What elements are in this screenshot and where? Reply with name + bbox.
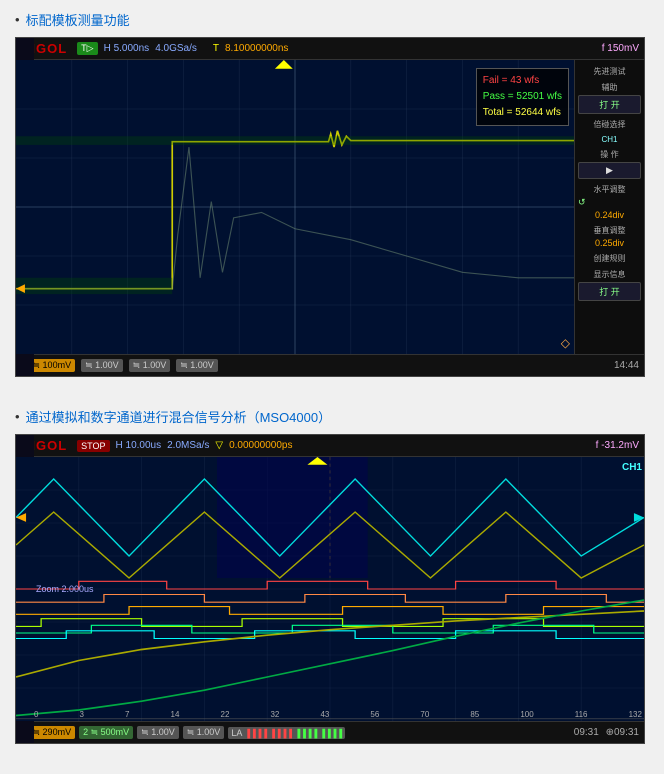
osc1-ch4-badge[interactable]: ≒ 1.00V [176, 359, 218, 372]
osc2-status: STOP [77, 440, 109, 452]
osc1-trigger: T [213, 43, 219, 54]
osc2-voltage: f -31.2mV [596, 440, 639, 451]
osc1-sample-rate: 4.0GSa/s [155, 43, 197, 54]
v-adjust-label: 垂直调整 [578, 225, 641, 236]
ch1-sidebar-label: CH1 [578, 135, 641, 144]
osc2-ch3-badge[interactable]: ≒ 1.00V [137, 726, 179, 739]
usb-icon: 09:31 ⊕09:31 [574, 727, 639, 738]
osc1-sidebar: 先进测试 辅助 打 开 倍碰选择 CH1 操 作 ▶ 水平调整 ↺ 0.24di… [574, 60, 644, 354]
pf-fail-text: Fail = 43 wfs [483, 73, 562, 89]
ruler-100: 100 [520, 710, 533, 719]
ruler-70: 70 [420, 710, 429, 719]
ruler-14: 14 [171, 710, 180, 719]
h-adjust-label: 水平调整 [578, 184, 641, 195]
zoom-label: Zoom 2.000us [36, 584, 94, 594]
oscilloscope-2: RIGOL STOP H 10.00us 2.0MSa/s ▽ 0.000000… [15, 434, 645, 744]
advanced-test-label: 先进测试 [578, 66, 641, 77]
osc1-time-div: H 5.000ns [104, 43, 150, 54]
osc2-right: f -31.2mV [596, 440, 639, 451]
operation-label: 操 作 [578, 149, 641, 160]
osc2-ch4-badge[interactable]: ≒ 1.00V [183, 726, 225, 739]
play-btn[interactable]: ▶ [578, 162, 641, 179]
ruler-3: 3 [80, 710, 84, 719]
pf-total-text: Total = 52644 wfs [483, 105, 562, 121]
h-adjust-icon: ↺ [578, 197, 641, 208]
corner-icon: ◇ [561, 336, 570, 350]
osc2-body: 水平 [16, 457, 644, 721]
osc2-screen: CH1 Zoom 2.000us 0 3 7 14 22 32 43 56 70… [16, 457, 644, 721]
ruler-56: 56 [370, 710, 379, 719]
open2-btn[interactable]: 打 开 [578, 282, 641, 301]
oscilloscope-1: RIGOL T▷ H 5.000ns 4.0GSa/s T 8.10000000… [15, 37, 645, 377]
osc2-time-div: H 10.00us [116, 440, 162, 451]
ruler-0: 0 [34, 710, 38, 719]
create-rule-label: 创建规则 [578, 253, 641, 264]
h-val: 0.24div [578, 210, 641, 220]
osc2-footer: 1 ≒ 290mV 2 ≒ 500mV ≒ 1.00V ≒ 1.00V LA ▐… [16, 721, 644, 743]
v-val: 0.25div [578, 238, 641, 248]
show-info-label: 显示信息 [578, 269, 641, 280]
osc1-time: 14:44 [614, 360, 639, 371]
ruler-32: 32 [270, 710, 279, 719]
osc1-voltage: f 150mV [602, 43, 639, 54]
ruler-116: 116 [575, 710, 588, 719]
ruler: 0 3 7 14 22 32 43 56 70 85 100 116 132 [34, 710, 642, 719]
la-indicators2: ▐▐▐▐ ▐▐▐▐ [294, 729, 342, 738]
pass-fail-box: Fail = 43 wfs Pass = 52501 wfs Total = 5… [476, 68, 569, 126]
osc1-status: T▷ [77, 42, 97, 55]
osc1-header: RIGOL T▷ H 5.000ns 4.0GSa/s T 8.10000000… [16, 38, 644, 60]
mask-select-label: 倍碰选择 [578, 119, 641, 130]
section2-link[interactable]: 通过模拟和数字通道进行混合信号分析（MSO4000） [15, 407, 649, 426]
osc1-time-pos: 8.10000000ns [225, 43, 288, 54]
osc1-screen: Fail = 43 wfs Pass = 52501 wfs Total = 5… [16, 60, 574, 354]
section-gap [15, 397, 649, 407]
osc1-footer: 1 ≒ 100mV ≒ 1.00V ≒ 1.00V ≒ 1.00V 14:44 [16, 354, 644, 376]
osc1-right: f 150mV [602, 43, 639, 54]
osc1-ch3-badge[interactable]: ≒ 1.00V [129, 359, 171, 372]
osc2-waveforms [16, 457, 644, 721]
osc1-body: 水平 [16, 60, 644, 354]
ch1-right-label: CH1 [622, 462, 642, 473]
section1-link[interactable]: 标配模板测量功能 [15, 10, 649, 29]
ruler-85: 85 [470, 710, 479, 719]
osc2-la-badge[interactable]: LA ▐▐▐▐ ▐▐▐▐ ▐▐▐▐ ▐▐▐▐ [228, 727, 345, 739]
la-indicators: ▐▐▐▐ ▐▐▐▐ [244, 729, 292, 738]
ruler-43: 43 [320, 710, 329, 719]
osc1-ch2-badge[interactable]: ≒ 1.00V [81, 359, 123, 372]
osc2-trigger: ▽ [215, 440, 223, 451]
assist-label: 辅助 [578, 82, 641, 93]
osc2-time-pos: 0.00000000ps [229, 440, 292, 451]
osc2-header: RIGOL STOP H 10.00us 2.0MSa/s ▽ 0.000000… [16, 435, 644, 457]
osc2-ch2-badge[interactable]: 2 ≒ 500mV [79, 726, 133, 739]
ruler-22: 22 [221, 710, 230, 719]
pf-pass-text: Pass = 52501 wfs [483, 89, 562, 105]
ruler-132: 132 [629, 710, 642, 719]
open1-btn[interactable]: 打 开 [578, 95, 641, 114]
ruler-7: 7 [125, 710, 129, 719]
time-display: 09:31 [574, 727, 599, 738]
osc2-sample-rate: 2.0MSa/s [167, 440, 209, 451]
